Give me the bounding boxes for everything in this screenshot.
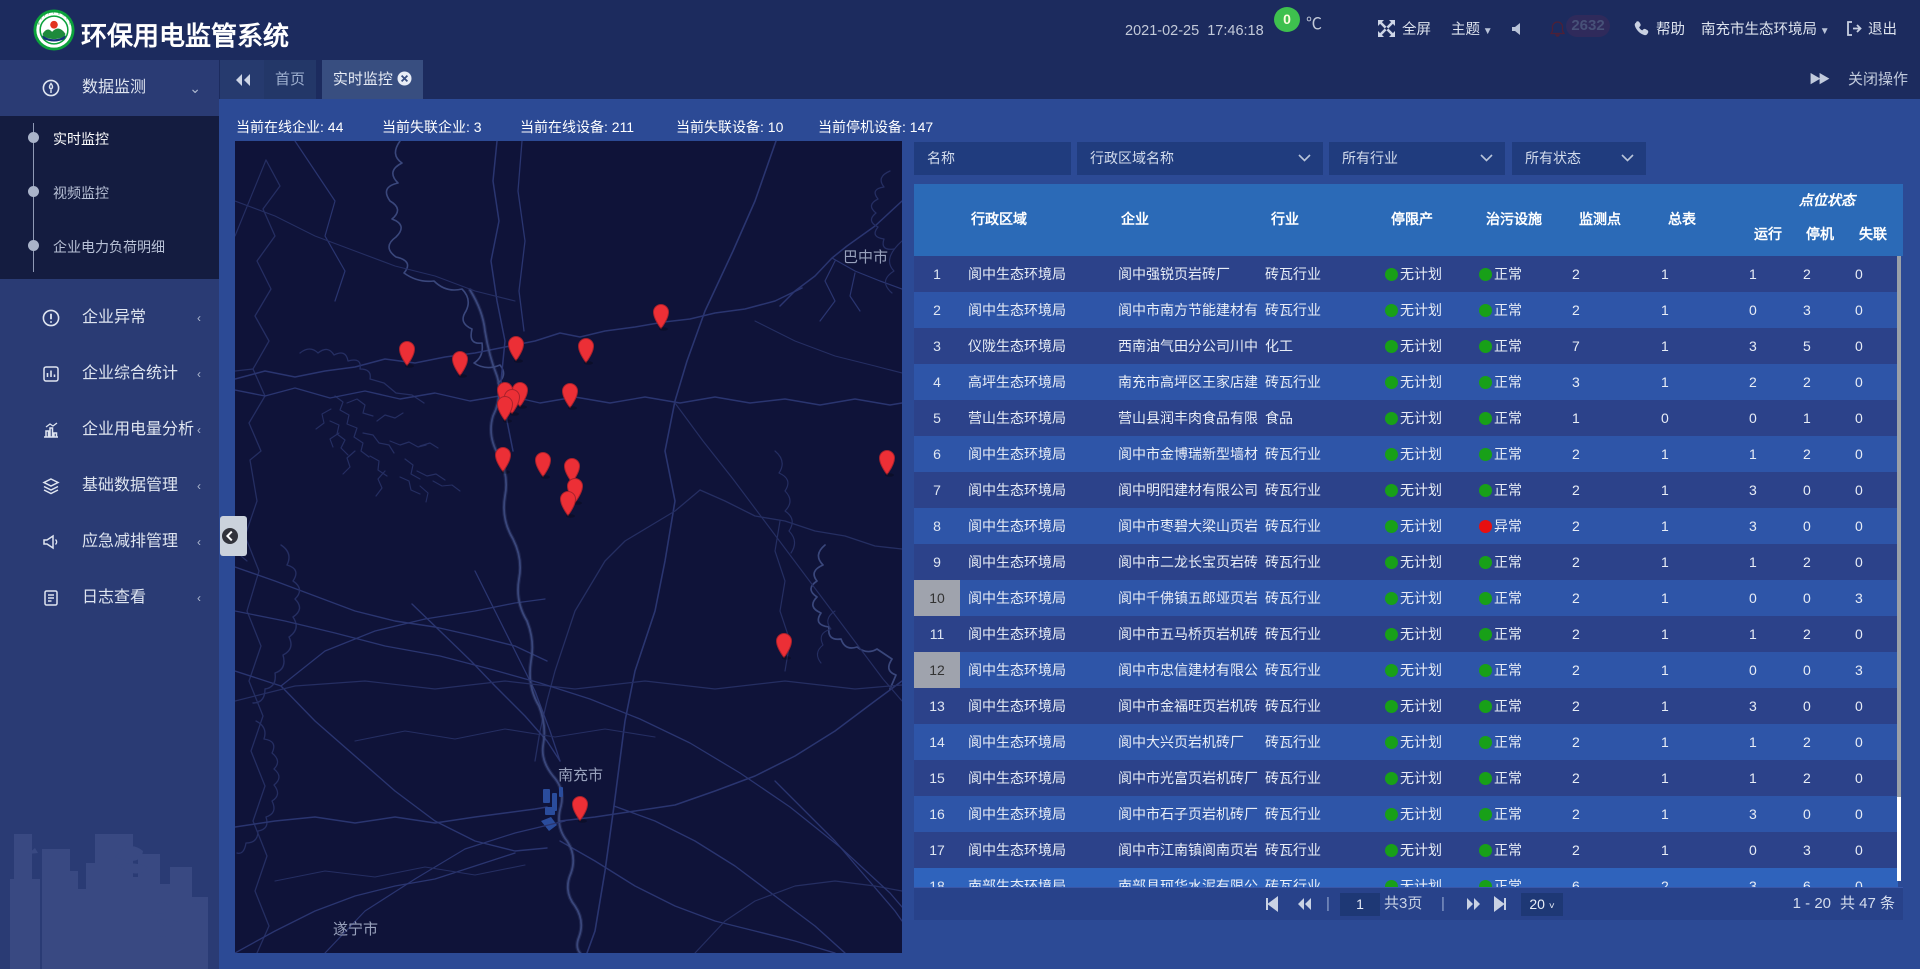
svg-text:m: m bbox=[66, 17, 69, 21]
svg-text:i: i bbox=[48, 12, 49, 16]
svg-text:v: v bbox=[44, 14, 46, 18]
svg-text:n: n bbox=[63, 14, 65, 18]
svg-text:e: e bbox=[38, 21, 40, 25]
svg-text:n: n bbox=[40, 17, 42, 21]
svg-text:o: o bbox=[58, 12, 60, 16]
